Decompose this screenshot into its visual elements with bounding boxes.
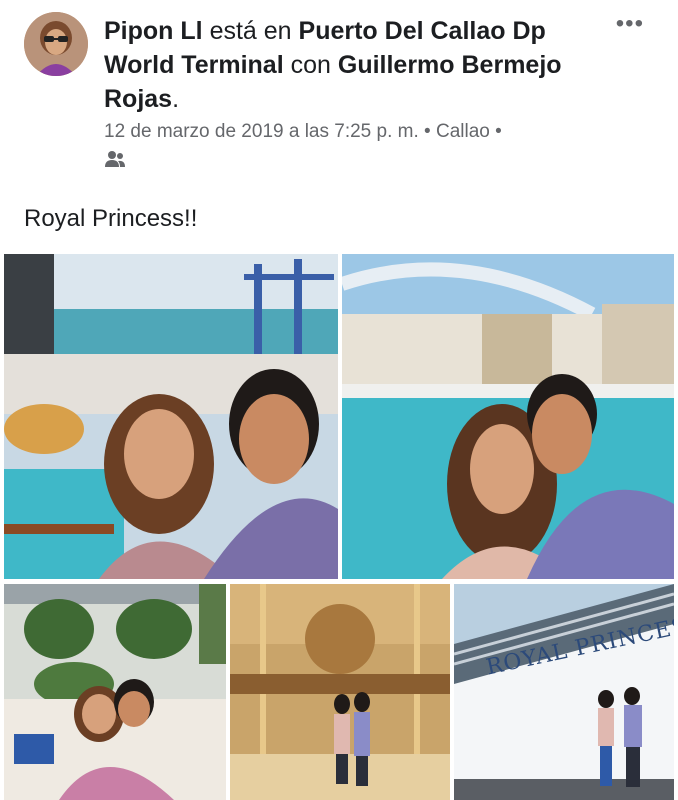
verb-text: está en [209, 17, 292, 45]
connector-text: con [290, 51, 331, 79]
photo-pool-deck-selfie[interactable] [4, 254, 338, 579]
photo-pool-couple[interactable] [342, 254, 674, 579]
friends-icon[interactable] [104, 150, 126, 168]
meta-separator: • [418, 121, 436, 142]
photo-atrium-couple[interactable] [230, 584, 450, 800]
photo-atrium-image [230, 584, 450, 800]
post-caption: Royal Princess!! [24, 205, 198, 232]
avatar-image [24, 12, 88, 76]
post-timestamp[interactable]: 12 de marzo de 2019 a las 7:25 p. m. [104, 121, 419, 142]
more-options-icon[interactable]: ••• [616, 10, 644, 38]
photo-pool-couple-image [342, 254, 674, 579]
photo-ship-hull[interactable]: ROYAL PRINCESS [454, 584, 674, 800]
photo-ship-image [454, 584, 674, 800]
post-header: Pipon Ll está en Puerto Del Callao Dp Wo… [104, 14, 604, 116]
post-meta: 12 de marzo de 2019 a las 7:25 p. m. • C… [104, 118, 624, 146]
period-text: . [172, 85, 180, 113]
author-name[interactable]: Pipon Ll [104, 17, 203, 45]
photo-pool-deck-image [4, 254, 338, 579]
author-avatar[interactable] [24, 12, 88, 76]
post-location[interactable]: Callao [436, 121, 490, 142]
photo-cabana-couple[interactable] [4, 584, 226, 800]
facebook-post: Pipon Ll está en Puerto Del Callao Dp Wo… [0, 0, 678, 800]
photo-cabana-image [4, 584, 226, 800]
meta-separator: • [489, 121, 502, 142]
